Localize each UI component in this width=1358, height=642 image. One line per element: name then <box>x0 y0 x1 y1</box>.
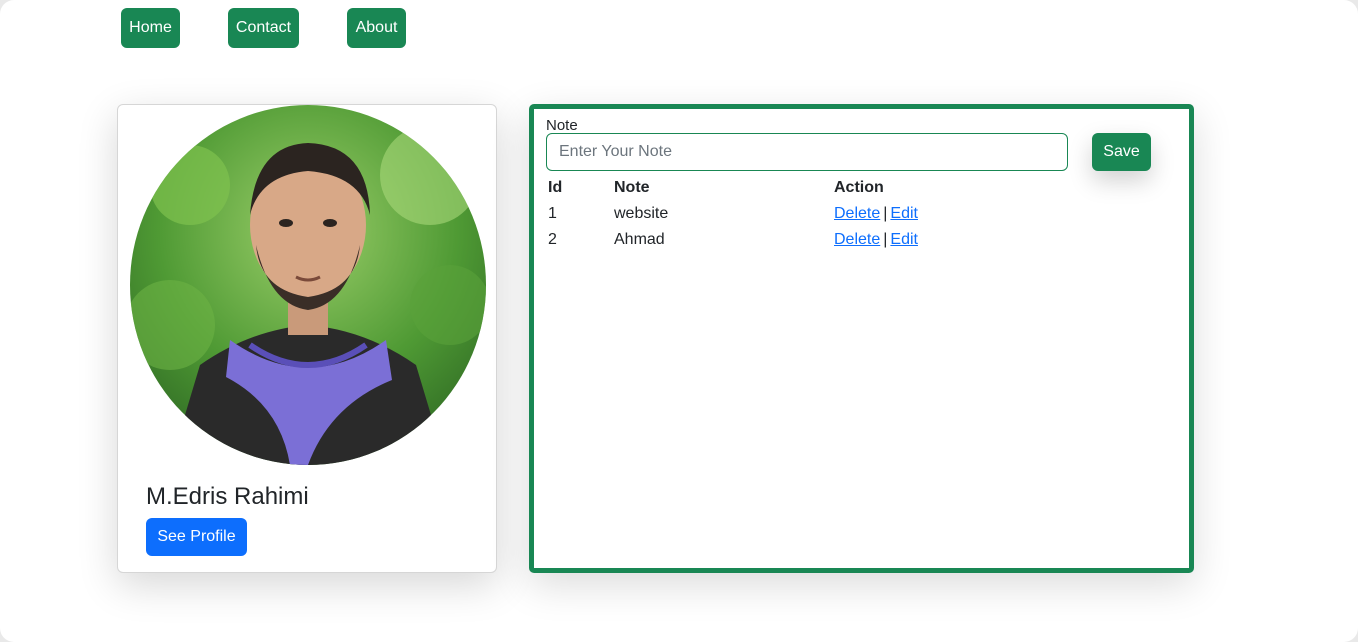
action-separator: | <box>883 205 888 222</box>
nav-home-button[interactable]: Home <box>121 8 180 48</box>
table-header-row: Id Note Action <box>546 175 1032 201</box>
save-button[interactable]: Save <box>1092 133 1151 171</box>
action-separator: | <box>883 231 888 248</box>
row-note: Ahmad <box>614 231 665 248</box>
table-row: 1 website Delete | Edit <box>546 201 1032 227</box>
note-label: Note <box>546 117 578 134</box>
row-note: website <box>614 205 669 222</box>
page: Home Contact About M.Edris Rahimi See Pr… <box>0 0 1358 642</box>
delete-link[interactable]: Delete <box>834 231 880 248</box>
edit-link[interactable]: Edit <box>890 231 918 248</box>
profile-card: M.Edris Rahimi See Profile <box>117 104 497 573</box>
nav-contact-button[interactable]: Contact <box>228 8 299 48</box>
header-note: Note <box>614 179 650 196</box>
note-input[interactable] <box>546 133 1068 171</box>
nav-about-button[interactable]: About <box>347 8 406 48</box>
row-actions: Delete | Edit <box>832 227 1032 253</box>
header-action: Action <box>834 179 884 196</box>
profile-photo <box>130 105 486 465</box>
note-panel: Note Save Id Note Action 1 website Delet… <box>529 104 1194 573</box>
row-id: 1 <box>548 205 557 222</box>
header-id: Id <box>548 179 563 196</box>
see-profile-button[interactable]: See Profile <box>146 518 247 556</box>
row-id: 2 <box>548 231 557 248</box>
delete-link[interactable]: Delete <box>834 205 880 222</box>
row-actions: Delete | Edit <box>832 201 1032 227</box>
notes-table: Id Note Action 1 website Delete | Edit 2 A… <box>546 175 1032 253</box>
profile-name: M.Edris Rahimi <box>146 483 309 510</box>
table-row: 2 Ahmad Delete | Edit <box>546 227 1032 253</box>
avatar <box>130 105 486 465</box>
edit-link[interactable]: Edit <box>890 205 918 222</box>
